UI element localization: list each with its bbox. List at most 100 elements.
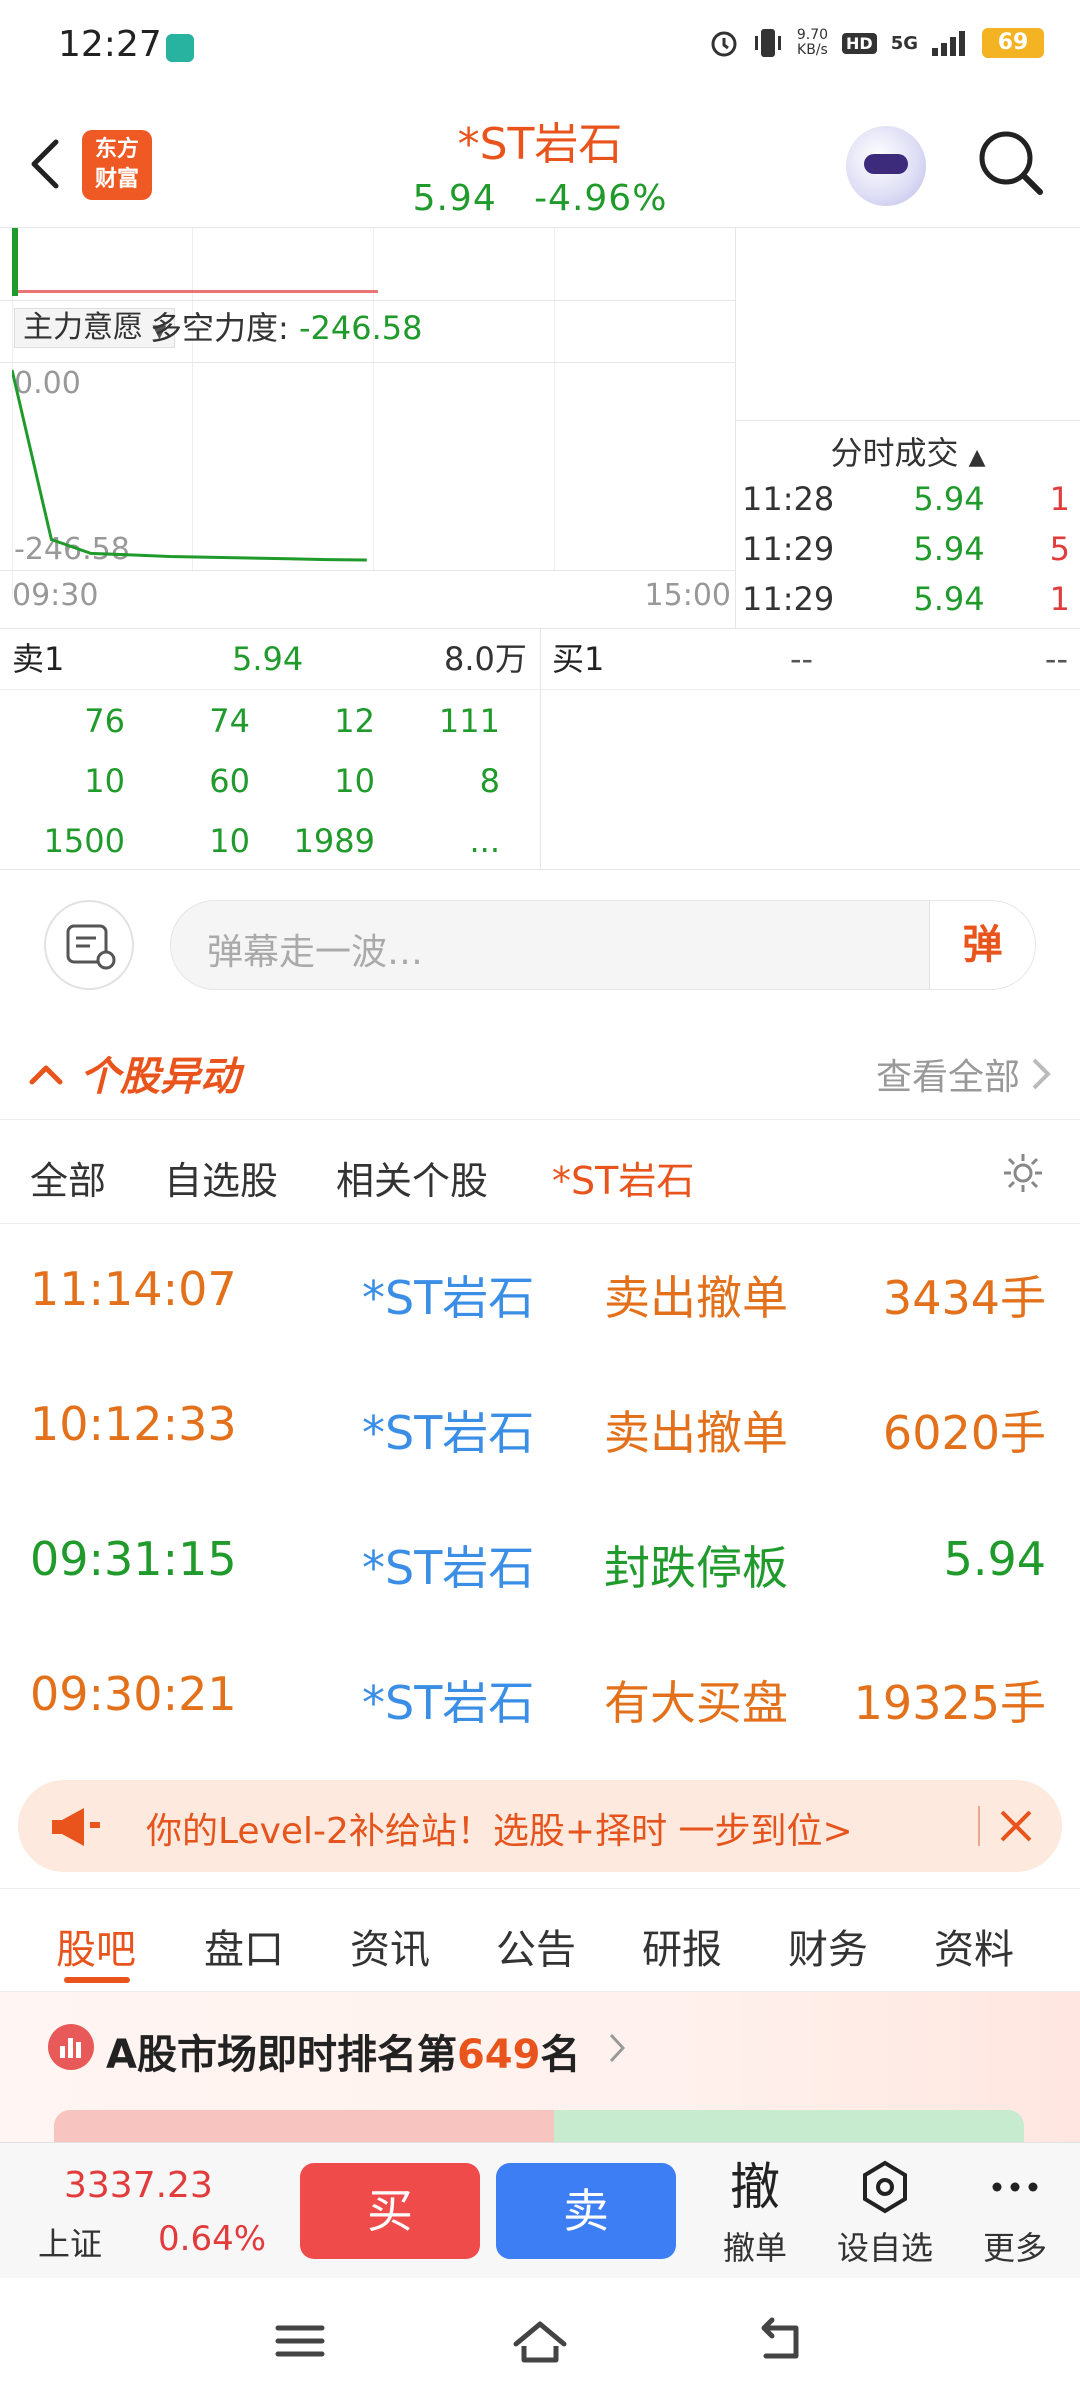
alert-event: 封跌停板 [604, 1541, 788, 1595]
more-dots-icon [960, 2157, 1070, 2217]
chevron-right-icon[interactable] [1030, 1056, 1054, 1092]
alerts-header: 个股异动 查看全部 [0, 1020, 1080, 1120]
tab-related[interactable]: 相关个股 [336, 1150, 488, 1205]
alert-value: 3434手 [882, 1271, 1046, 1325]
tab-news[interactable]: 资讯 [350, 1917, 430, 1975]
sell1-volume: 8.0万 [444, 640, 527, 678]
indicator-name: 主力意愿 [23, 310, 143, 345]
tab-all[interactable]: 全部 [30, 1150, 106, 1205]
app-logo[interactable]: 东方 财富 [82, 130, 152, 200]
home-icon[interactable] [510, 2316, 570, 2366]
add-watchlist-button[interactable]: 设自选 [830, 2157, 940, 2269]
assistant-robot-icon[interactable] [846, 126, 926, 206]
current-price: 5.94 [412, 178, 497, 219]
close-icon[interactable] [996, 1806, 1036, 1846]
tab-current-stock[interactable]: *ST岩石 [552, 1150, 694, 1205]
alert-event: 卖出撤单 [604, 1271, 788, 1325]
alert-event: 有大买盘 [604, 1676, 788, 1730]
rank-text: A股市场即时排名第649名 [106, 2032, 581, 2078]
change-percent: -4.96% [534, 178, 668, 219]
alarm-icon [711, 31, 737, 57]
tab-pankou[interactable]: 盘口 [204, 1917, 284, 1975]
tab-profile[interactable]: 资料 [934, 1917, 1014, 1975]
alert-row[interactable]: 09:31:15 *ST岩石 封跌停板 5.94 [0, 1494, 1080, 1629]
alert-row[interactable]: 11:14:07 *ST岩石 卖出撤单 3434手 [0, 1224, 1080, 1359]
view-all-link[interactable]: 查看全部 [876, 1048, 1020, 1100]
indicator-label: 多空力度: [150, 309, 289, 347]
queue-cell: 1500 [43, 822, 125, 860]
index-value[interactable]: 3337.23 [64, 2165, 213, 2206]
tab-research[interactable]: 研报 [642, 1917, 722, 1975]
alert-row[interactable]: 09:30:21 *ST岩石 有大买盘 19325手 [0, 1629, 1080, 1764]
cancel-order-button[interactable]: 撤 撤单 [700, 2157, 810, 2269]
alert-row[interactable]: 10:12:33 *ST岩石 卖出撤单 6020手 [0, 1359, 1080, 1494]
system-nav-bar [0, 2278, 1080, 2404]
alert-stock: *ST岩石 [362, 1271, 535, 1325]
danmu-button[interactable]: 弹 [929, 901, 1035, 989]
battery-indicator: 69 [982, 28, 1044, 58]
order-book[interactable]: 卖1 5.94 8.0万 买1 -- -- 76 74 12 111 10 60 10 8 15… [0, 628, 1080, 871]
tab-watchlist[interactable]: 自选股 [164, 1150, 278, 1205]
alert-time: 09:30:21 [30, 1667, 237, 1721]
alert-time: 09:31:15 [30, 1532, 237, 1586]
queue-cell: 10 [334, 762, 375, 800]
active-tab-indicator [64, 1977, 130, 1983]
index-name[interactable]: 上证 [38, 2219, 102, 2265]
x-axis-start: 09:30 [12, 578, 99, 613]
alert-value: 19325手 [853, 1676, 1046, 1730]
indicator-line [12, 369, 367, 562]
alert-value: 6020手 [882, 1406, 1046, 1460]
level2-promo-banner[interactable]: 你的Level-2补给站！选股+择时 一步到位> [18, 1780, 1062, 1872]
tick-volume: 5 [1049, 530, 1070, 568]
gear-icon[interactable] [1000, 1150, 1046, 1196]
back-nav-icon[interactable] [752, 2316, 812, 2366]
intraday-chart[interactable]: 主力意愿 ▼ 多空力度: -246.58 0.00 -246.58 09:30 … [0, 228, 736, 628]
queue-row: 10 60 10 8 [0, 751, 540, 811]
chevron-right-icon[interactable] [608, 2032, 626, 2064]
signal-bars-icon [932, 31, 965, 56]
promo-text[interactable]: 你的Level-2补给站！选股+择时 一步到位> [146, 1802, 853, 1854]
danmu-placeholder: 弹幕走一波… [207, 932, 424, 973]
rank-number: 649 [456, 2032, 541, 2078]
buy-button[interactable]: 买 [300, 2163, 480, 2259]
menu-icon[interactable] [270, 2316, 330, 2366]
queue-row: 1500 10 1989... [0, 811, 540, 871]
alert-value: 5.94 [943, 1532, 1046, 1586]
alerts-title: 个股异动 [80, 1054, 240, 1100]
tab-announcements[interactable]: 公告 [496, 1917, 576, 1975]
signal-label: 5G [890, 32, 918, 54]
queue-cell: 76 [84, 702, 125, 740]
ticks-title[interactable]: 分时成交 ▲ [736, 428, 1080, 474]
comment-settings-icon[interactable] [44, 900, 134, 990]
alert-event: 卖出撤单 [604, 1406, 788, 1460]
back-icon[interactable] [24, 136, 64, 192]
comment-bar: 弹幕走一波… 弹 [0, 870, 1080, 1020]
queue-cell: 111 [438, 702, 500, 740]
collapse-chevron-icon[interactable] [28, 1056, 64, 1092]
alert-stock: *ST岩石 [362, 1541, 535, 1595]
search-icon[interactable] [976, 128, 1046, 198]
tick-row: 11:28 5.94 1 [736, 474, 1080, 524]
stock-title: *ST岩石 5.94 -4.96% [340, 108, 740, 219]
tab-guba[interactable]: 股吧 [56, 1917, 136, 1975]
buy1-volume: -- [1044, 640, 1068, 678]
net-speed: 9.70 KB/s [796, 27, 829, 58]
more-button[interactable]: 更多 [960, 2157, 1070, 2269]
buy1-label: 买1 [552, 640, 605, 678]
queue-cell: 1989 [293, 822, 375, 860]
tick-price: 5.94 [913, 480, 985, 518]
tick-volume: 1 [1049, 580, 1070, 618]
index-change[interactable]: 0.64% [158, 2219, 266, 2259]
volume-bars [12, 228, 378, 296]
time-and-sales[interactable]: 分时成交 ▲ 11:28 5.94 1 11:29 5.94 5 11:29 5.94 1 [736, 420, 1080, 628]
tick-row: 11:29 5.94 5 [736, 524, 1080, 574]
sell-button[interactable]: 卖 [496, 2163, 676, 2259]
tab-financials[interactable]: 财务 [788, 1917, 868, 1975]
danmu-input[interactable]: 弹幕走一波… 弹 [170, 900, 1036, 990]
indicator-series-line [12, 369, 367, 562]
sort-up-icon: ▲ [968, 445, 986, 470]
market-rank-card[interactable]: A股市场即时排名第649名 [0, 1992, 1080, 2142]
tick-price: 5.94 [913, 530, 985, 568]
alert-list: 11:14:07 *ST岩石 卖出撤单 3434手 10:12:33 *ST岩石 卖出撤单 6… [0, 1224, 1080, 1764]
queue-row: 76 74 12 111 [0, 691, 540, 751]
